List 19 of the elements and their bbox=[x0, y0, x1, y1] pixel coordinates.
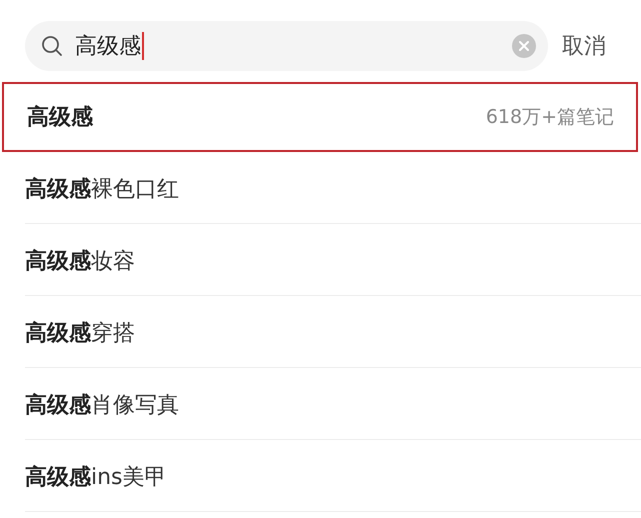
suggestion-text: 高级感妆容 bbox=[25, 248, 135, 276]
text-cursor bbox=[142, 32, 144, 60]
suggestion-item[interactable]: 高级感ins美甲 bbox=[25, 440, 641, 512]
cancel-button[interactable]: 取消 bbox=[562, 31, 606, 61]
suggestion-text: 高级感ins美甲 bbox=[25, 464, 167, 492]
suggestion-item[interactable]: 高级感穿搭 bbox=[25, 296, 641, 368]
clear-icon[interactable] bbox=[512, 34, 536, 58]
suggestion-item[interactable]: 高级感裸色口红 bbox=[25, 152, 641, 224]
suggestion-text: 高级感肖像写真 bbox=[25, 392, 179, 420]
suggestion-item[interactable]: 高级感肖像写真 bbox=[25, 368, 641, 440]
search-icon bbox=[41, 35, 63, 57]
suggestion-text: 高级感裸色口红 bbox=[25, 176, 179, 204]
suggestion-item[interactable]: 高级感 618万+篇笔记 bbox=[2, 82, 638, 152]
search-text: 高级感 bbox=[75, 33, 141, 61]
suggestion-text: 高级感穿搭 bbox=[25, 320, 135, 348]
note-count: 618万+篇笔记 bbox=[486, 105, 614, 130]
suggestion-text: 高级感 bbox=[27, 104, 93, 132]
search-field[interactable]: 高级感 bbox=[25, 21, 548, 71]
suggestion-item[interactable]: 高级感妆容 bbox=[25, 224, 641, 296]
